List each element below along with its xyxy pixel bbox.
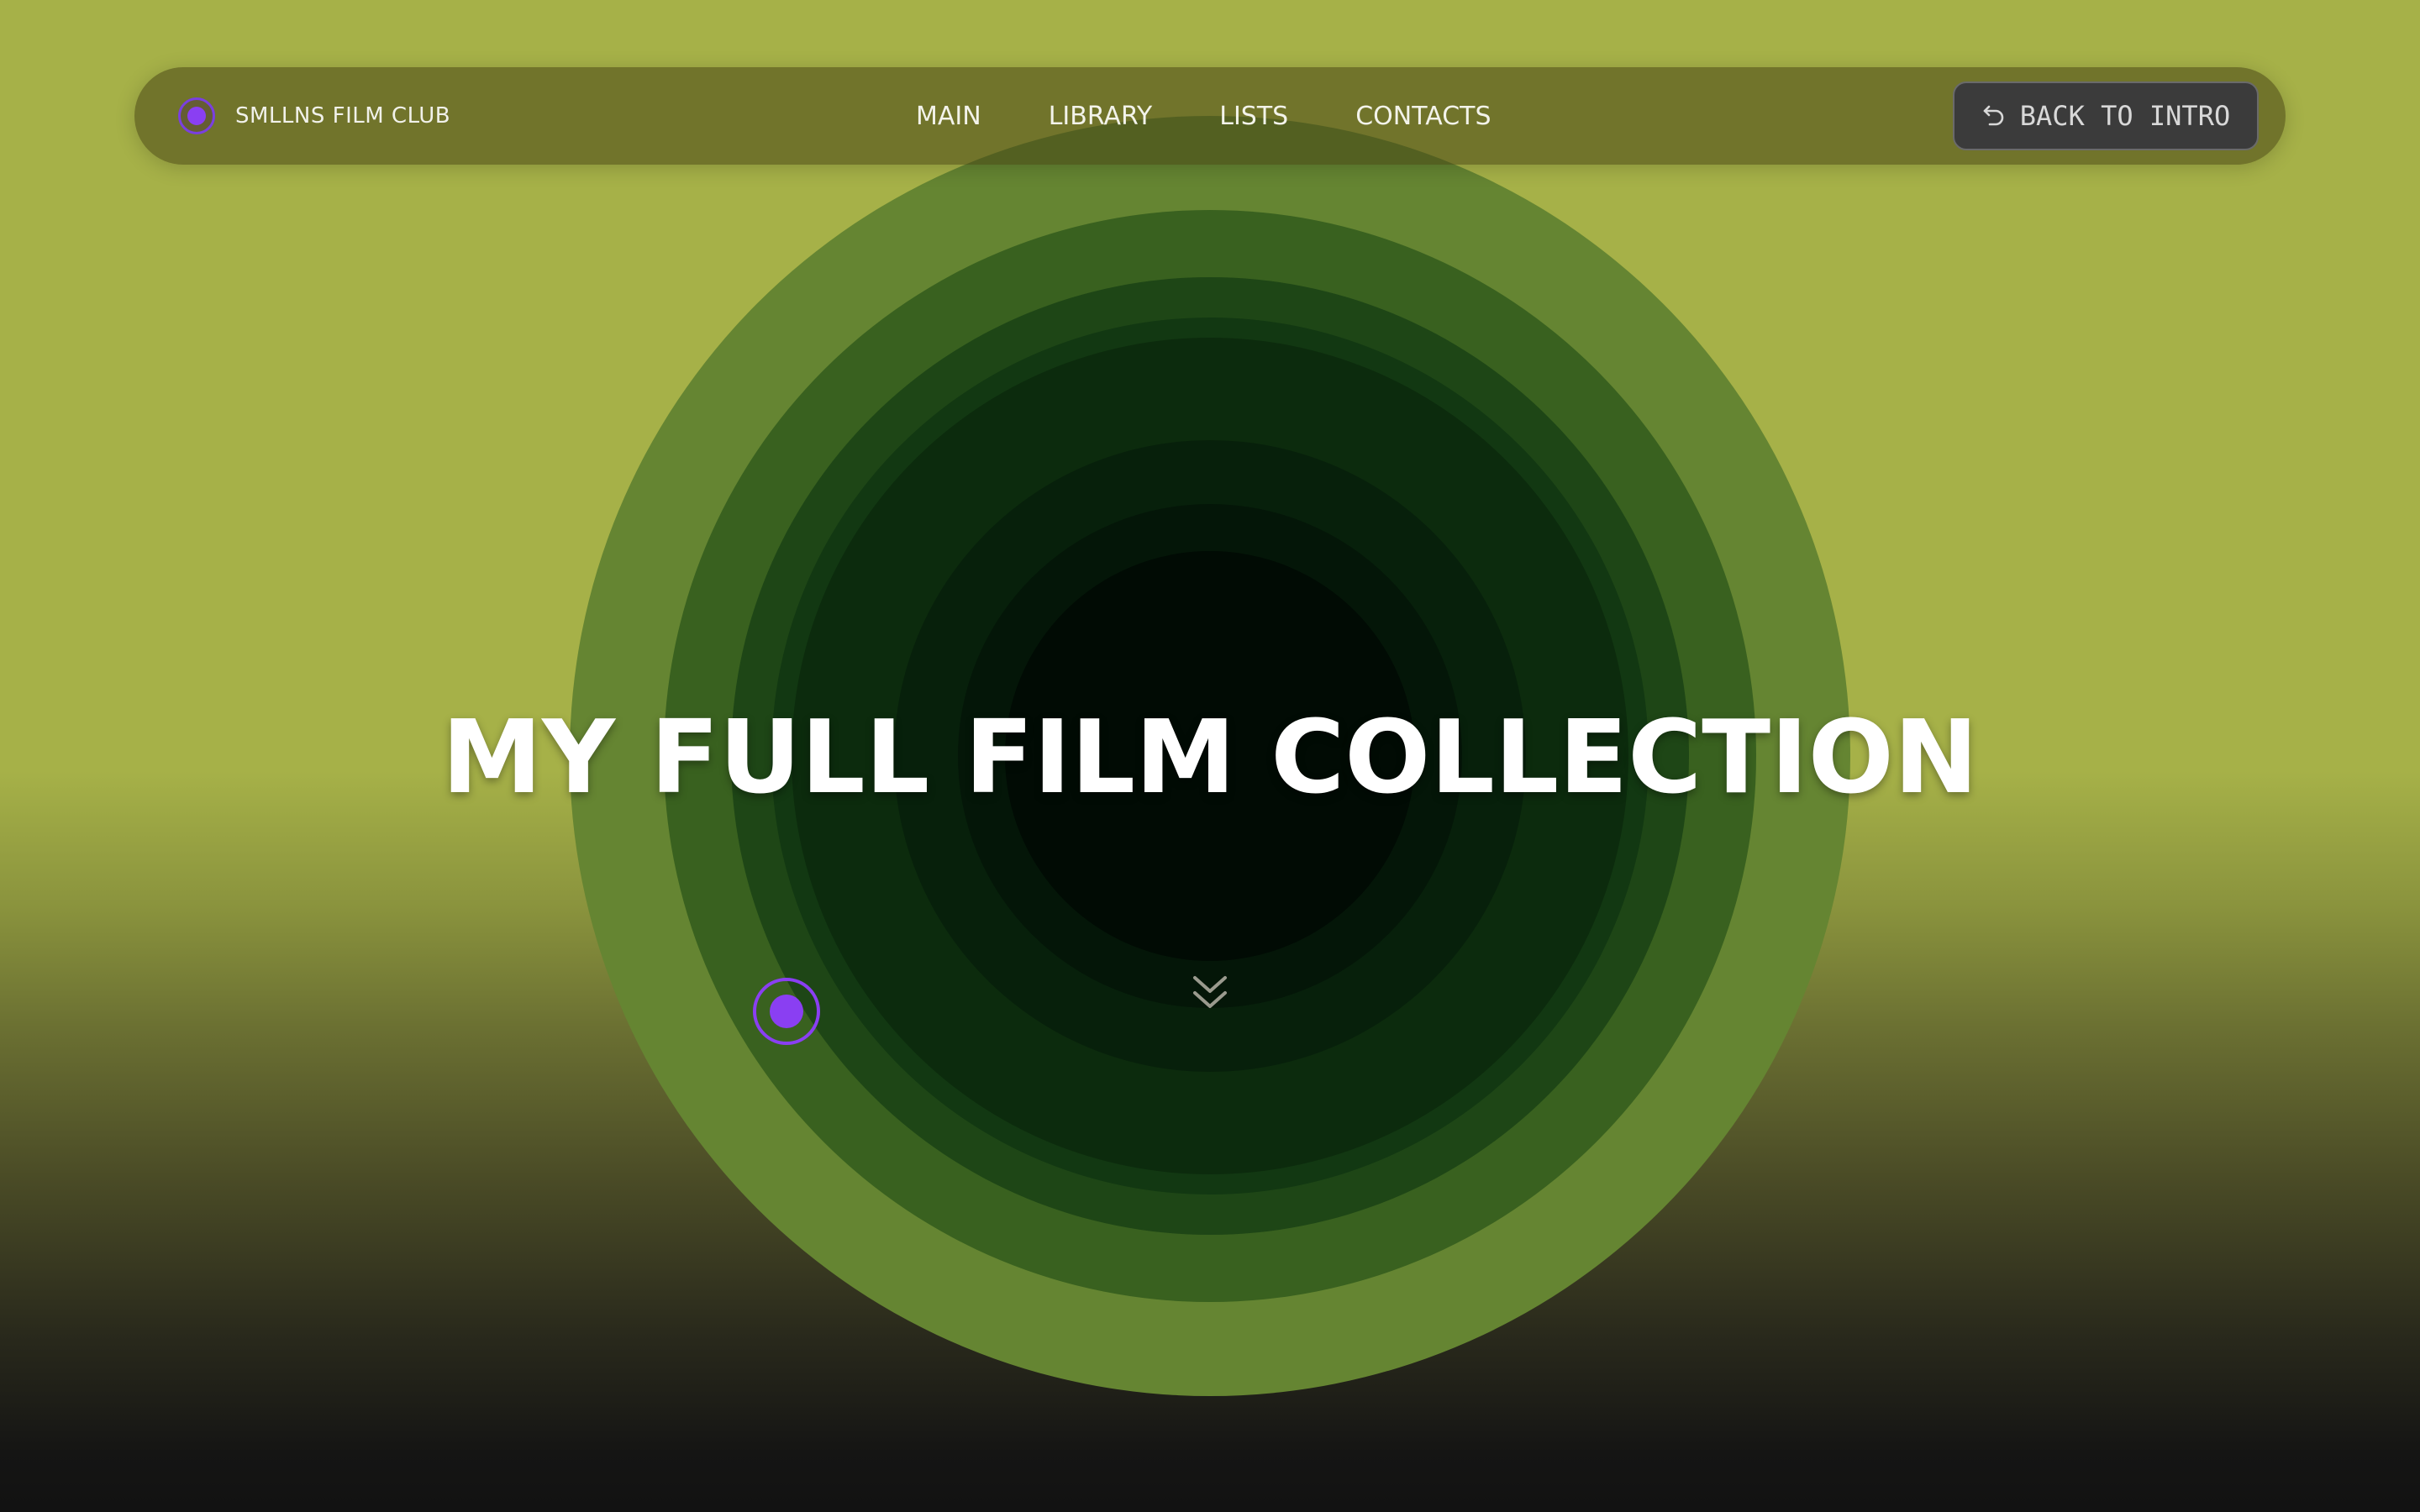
brand[interactable]: SMLLNS FILM CLUB <box>178 67 450 165</box>
nav-link-lists[interactable]: LISTS <box>1219 102 1288 131</box>
back-to-intro-button[interactable]: BACK TO INTRO <box>1953 81 2259 150</box>
brand-name: SMLLNS FILM CLUB <box>235 103 451 129</box>
double-chevron-down-icon[interactable] <box>1192 973 1228 1013</box>
undo-arrow-icon <box>1981 103 2007 129</box>
brand-logo-icon <box>178 97 215 134</box>
back-to-intro-label: BACK TO INTRO <box>2019 100 2231 132</box>
nav-link-contacts[interactable]: CONTACTS <box>1355 102 1491 131</box>
cursor-indicator <box>753 978 820 1045</box>
nav-link-library[interactable]: LIBRARY <box>1049 102 1153 131</box>
top-navbar: SMLLNS FILM CLUB MAIN LIBRARY LISTS CONT… <box>134 67 2286 165</box>
nav-links: MAIN LIBRARY LISTS CONTACTS <box>916 67 1559 165</box>
hero-title: MY FULL FILM COLLECTION <box>441 700 1979 816</box>
nav-link-main[interactable]: MAIN <box>916 102 981 131</box>
